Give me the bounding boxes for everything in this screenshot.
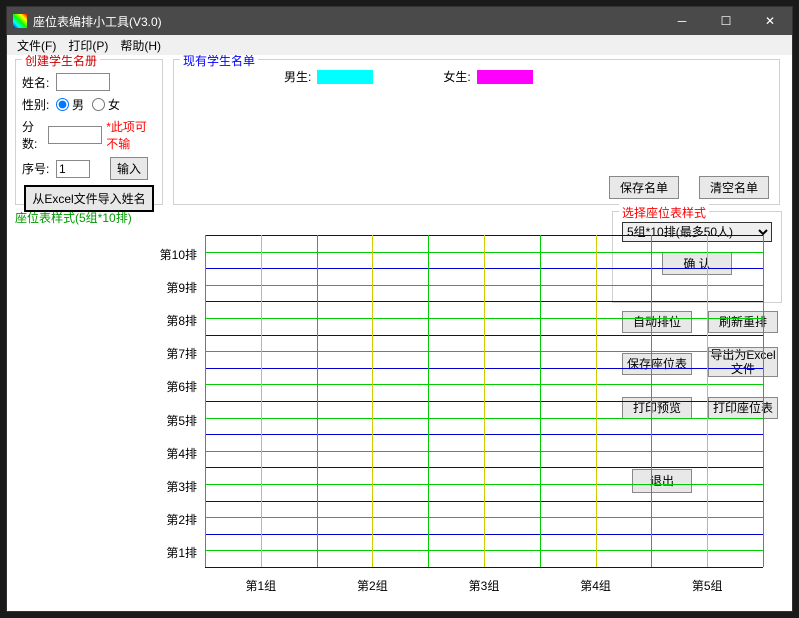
- row-label: 第9排: [157, 279, 197, 296]
- import-excel-button[interactable]: 从Excel文件导入姓名: [24, 185, 153, 212]
- row-label: 第2排: [157, 511, 197, 528]
- radio-female-label: 女: [108, 96, 120, 113]
- existing-list-box: 现有学生名单 男生: 女生: 保存名单 清空名单: [173, 59, 780, 205]
- score-label: 分数:: [22, 118, 48, 152]
- row-label: 第5排: [157, 412, 197, 429]
- seating-chart: 第10排第9排第8排第7排第6排第5排第4排第3排第2排第1排 第1组 第2组 第3…: [15, 225, 785, 605]
- menu-file[interactable]: 文件(F): [11, 35, 62, 56]
- menu-print[interactable]: 打印(P): [62, 35, 114, 56]
- male-legend-label: 男生:: [284, 68, 311, 85]
- col-label: 第5组: [687, 577, 727, 594]
- radio-female[interactable]: [92, 98, 105, 111]
- radio-male[interactable]: [56, 98, 69, 111]
- female-legend-label: 女生:: [443, 68, 470, 85]
- row-label: 第8排: [157, 312, 197, 329]
- clear-list-button[interactable]: 清空名单: [699, 176, 769, 199]
- maximize-button[interactable]: ☐: [704, 7, 748, 35]
- col-label: 第1组: [241, 577, 281, 594]
- row-label: 第3排: [157, 478, 197, 495]
- existing-list-title: 现有学生名单: [180, 55, 258, 69]
- row-label: 第6排: [157, 378, 197, 395]
- minimize-button[interactable]: ─: [660, 7, 704, 35]
- seq-input[interactable]: [56, 160, 90, 178]
- app-icon: [13, 14, 27, 28]
- seq-label: 序号:: [22, 160, 56, 177]
- close-button[interactable]: ✕: [748, 7, 792, 35]
- enter-button[interactable]: 输入: [110, 157, 148, 180]
- name-label: 姓名:: [22, 74, 56, 91]
- style-select-title: 选择座位表样式: [619, 204, 709, 221]
- radio-male-label: 男: [72, 96, 84, 113]
- create-roster-box: 创建学生名册 姓名: 性别: 男 女 分数: *此项可不输 序号: 输入: [15, 59, 163, 205]
- name-input[interactable]: [56, 73, 110, 91]
- score-input[interactable]: [48, 126, 102, 144]
- row-label: 第10排: [157, 246, 197, 263]
- female-color-swatch: [477, 70, 533, 84]
- window-title: 座位表编排小工具(V3.0): [33, 13, 660, 30]
- row-label: 第4排: [157, 445, 197, 462]
- male-color-swatch: [317, 70, 373, 84]
- col-label: 第4组: [576, 577, 616, 594]
- score-hint: *此项可不输: [106, 118, 156, 152]
- layout-style-label: 座位表样式(5组*10排): [15, 209, 132, 226]
- create-roster-title: 创建学生名册: [22, 55, 100, 69]
- row-label: 第7排: [157, 345, 197, 362]
- gender-label: 性别:: [22, 96, 56, 113]
- menu-help[interactable]: 帮助(H): [114, 35, 167, 56]
- row-label: 第1排: [157, 544, 197, 561]
- save-list-button[interactable]: 保存名单: [609, 176, 679, 199]
- col-label: 第3组: [464, 577, 504, 594]
- col-label: 第2组: [352, 577, 392, 594]
- legend-row: 男生: 女生:: [284, 68, 634, 85]
